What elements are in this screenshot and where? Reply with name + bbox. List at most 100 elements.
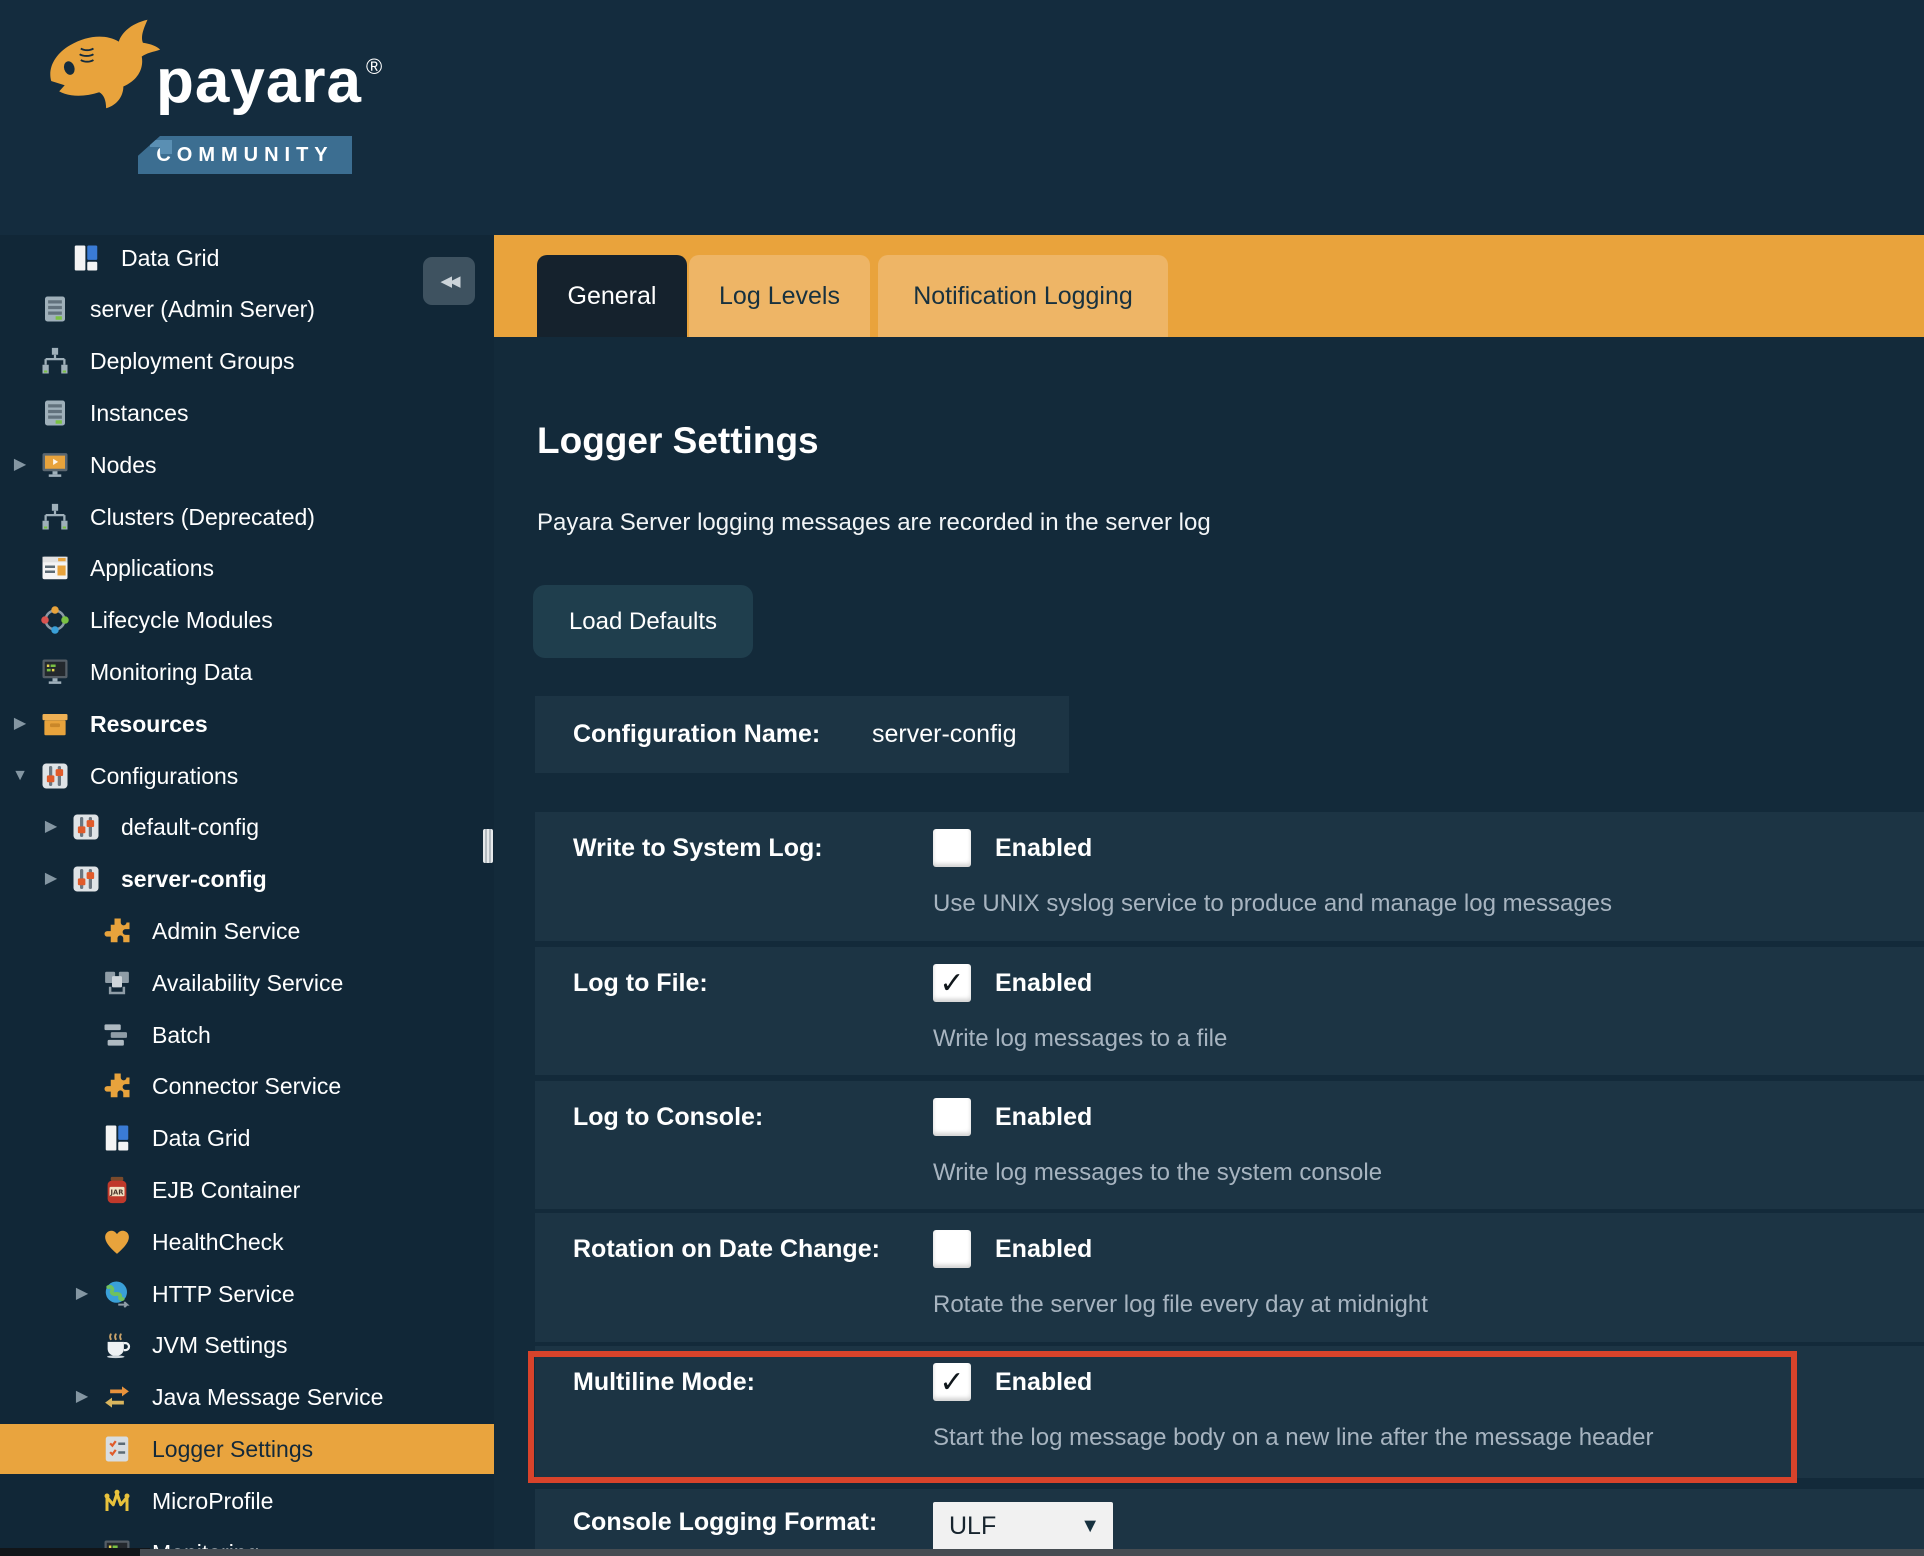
payara-admin-console: payara ® COMMUNITY Data Grid server (Admi… <box>0 0 1924 1556</box>
sidebar-item-label: Batch <box>152 1022 211 1048</box>
tab-bar: General Log Levels Notification Logging <box>494 235 1924 337</box>
sidebar-item-label: Logger Settings <box>152 1436 314 1462</box>
page-title: Logger Settings <box>537 420 819 461</box>
availability-service-icon <box>102 968 132 998</box>
configuration-name-value: server-config <box>872 720 1017 748</box>
sidebar-item-label: Lifecycle Modules <box>90 607 273 633</box>
field-label: Log to Console: <box>573 1103 764 1131</box>
sidebar-item-data-grid[interactable]: Data Grid <box>0 1113 494 1163</box>
load-defaults-button[interactable]: Load Defaults <box>533 585 753 658</box>
enabled-checkbox[interactable]: ✓ <box>933 1363 971 1401</box>
sidebar-item-clusters-deprecated[interactable]: Clusters (Deprecated) <box>0 492 494 542</box>
console-logging-format-row: Console Logging Format: ULF ▼ <box>535 1489 1924 1556</box>
configuration-name-row: Configuration Name: server-config <box>535 696 1069 773</box>
configurations-icon <box>71 812 101 842</box>
field-label: Log to File: <box>573 969 708 997</box>
enabled-checkbox[interactable]: ✓ <box>933 964 971 1002</box>
sidebar-item-nodes[interactable]: ▶ Nodes <box>0 440 494 490</box>
enabled-label: Enabled <box>995 1234 1093 1263</box>
sidebar-item-label: HealthCheck <box>152 1229 284 1255</box>
enabled-label: Enabled <box>995 1102 1093 1131</box>
sidebar-item-server-admin-server[interactable]: server (Admin Server) <box>0 284 494 334</box>
sidebar-item-lifecycle-modules[interactable]: Lifecycle Modules <box>0 595 494 645</box>
badge-hook-icon <box>150 140 172 154</box>
sidebar-item-label: Data Grid <box>152 1125 251 1151</box>
expand-arrow-icon[interactable]: ▶ <box>39 802 63 852</box>
console-logging-format-select[interactable]: ULF ▼ <box>933 1502 1113 1551</box>
sidebar-item-server-config[interactable]: ▶ server-config <box>0 854 494 904</box>
tab-log-levels[interactable]: Log Levels <box>689 255 870 337</box>
sidebar-item-ejb-container[interactable]: JAR EJB Container <box>0 1165 494 1215</box>
sidebar-item-monitoring-data[interactable]: Monitoring Data <box>0 647 494 697</box>
sidebar-item-label: Resources <box>90 711 208 737</box>
enabled-checkbox[interactable] <box>933 829 971 867</box>
enabled-checkbox[interactable] <box>933 1098 971 1136</box>
help-text: Use UNIX syslog service to produce and m… <box>933 890 1613 917</box>
lifecycle-modules-icon <box>40 605 70 635</box>
expand-arrow-icon[interactable]: ▶ <box>70 1269 94 1319</box>
monitoring-data-icon <box>40 657 70 687</box>
admin-service-icon <box>102 916 132 946</box>
sidebar-item-admin-service[interactable]: Admin Service <box>0 906 494 956</box>
sidebar-item-label: JVM Settings <box>152 1332 288 1358</box>
sidebar-item-healthcheck[interactable]: HealthCheck <box>0 1217 494 1267</box>
registered-mark: ® <box>365 54 384 79</box>
sidebar-item-label: server (Admin Server) <box>90 296 315 322</box>
configuration-name-label: Configuration Name: <box>573 720 821 748</box>
configurations-icon <box>71 864 101 894</box>
field-label: Console Logging Format: <box>573 1508 878 1536</box>
sidebar-item-label: EJB Container <box>152 1177 301 1203</box>
sidebar-item-microprofile[interactable]: MicroProfile <box>0 1476 494 1526</box>
page-description: Payara Server logging messages are recor… <box>537 509 1211 536</box>
sidebar-item-applications[interactable]: Applications <box>0 543 494 593</box>
tab-general[interactable]: General <box>537 255 687 337</box>
batch-icon <box>102 1020 132 1050</box>
sidebar-item-label: Deployment Groups <box>90 348 295 374</box>
form-row-write-to-system-log: Write to System Log: Enabled Use UNIX sy… <box>535 812 1924 941</box>
sidebar-item-connector-service[interactable]: Connector Service <box>0 1061 494 1111</box>
connector-service-icon <box>102 1071 132 1101</box>
instances-icon <box>40 398 70 428</box>
sidebar-item-deployment-groups[interactable]: Deployment Groups <box>0 336 494 386</box>
logger-settings-icon <box>102 1434 132 1464</box>
http-service-icon <box>102 1279 132 1309</box>
sidebar-item-label: Data Grid <box>121 245 220 271</box>
help-text: Rotate the server log file every day at … <box>933 1291 1428 1318</box>
field-label: Rotation on Date Change: <box>573 1235 880 1263</box>
field-label: Multiline Mode: <box>573 1368 755 1396</box>
sidebar-item-data-grid[interactable]: Data Grid <box>0 235 494 283</box>
sidebar-item-logger-settings[interactable]: Logger Settings <box>0 1424 494 1474</box>
sidebar-item-availability-service[interactable]: Availability Service <box>0 958 494 1008</box>
form-row-multiline-mode: Multiline Mode: ✓ Enabled Start the log … <box>535 1346 1924 1478</box>
sidebar-item-http-service[interactable]: ▶ HTTP Service <box>0 1269 494 1319</box>
sidebar-item-default-config[interactable]: ▶ default-config <box>0 802 494 852</box>
expand-arrow-icon[interactable]: ▶ <box>8 440 32 490</box>
deployment-groups-icon <box>40 346 70 376</box>
configurations-icon <box>40 761 70 791</box>
help-text: Write log messages to the system console <box>933 1159 1383 1186</box>
sidebar-item-java-message-service[interactable]: ▶ Java Message Service <box>0 1372 494 1422</box>
expand-arrow-icon[interactable]: ▶ <box>8 699 32 749</box>
healthcheck-icon <box>102 1227 132 1257</box>
help-text: Start the log message body on a new line… <box>933 1424 1654 1451</box>
enabled-checkbox[interactable] <box>933 1230 971 1268</box>
sidebar-item-configurations[interactable]: ▼ Configurations <box>0 751 494 801</box>
sidebar-item-label: Connector Service <box>152 1073 342 1099</box>
tab-notification-logging[interactable]: Notification Logging <box>878 255 1168 337</box>
form-row-log-to-file: Log to File: ✓ Enabled Write log message… <box>535 947 1924 1075</box>
expand-arrow-icon[interactable]: ▶ <box>70 1372 94 1422</box>
sidebar-item-resources[interactable]: ▶ Resources <box>0 699 494 749</box>
sidebar-item-label: MicroProfile <box>152 1488 274 1514</box>
expand-arrow-icon[interactable]: ▼ <box>8 751 32 801</box>
expand-arrow-icon[interactable]: ▶ <box>39 854 63 904</box>
enabled-label: Enabled <box>995 1367 1093 1396</box>
sidebar-scrollbar-thumb[interactable] <box>483 829 493 863</box>
sidebar-item-instances[interactable]: Instances <box>0 388 494 438</box>
sidebar-item-batch[interactable]: Batch <box>0 1010 494 1060</box>
app-header: payara ® COMMUNITY <box>0 0 1924 235</box>
enabled-label: Enabled <box>995 833 1093 862</box>
sidebar-item-label: Instances <box>90 400 189 426</box>
sidebar-item-jvm-settings[interactable]: JVM Settings <box>0 1320 494 1370</box>
sidebar-collapse-button[interactable]: ◀◀ <box>423 257 475 305</box>
server-icon <box>40 294 70 324</box>
